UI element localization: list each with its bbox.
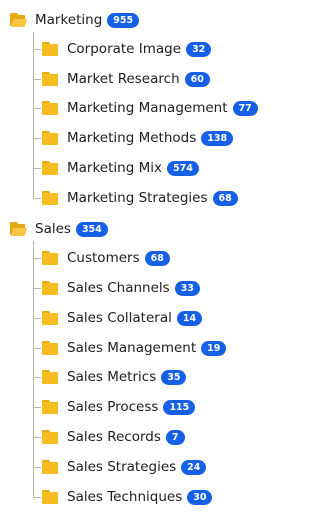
tree-node-sales-metrics[interactable]: Sales Metrics 35 [42,362,187,392]
folder-open-icon [10,13,28,27]
count-badge: 354 [75,221,108,237]
count-badge: 32 [186,41,212,57]
count-badge: 574 [166,160,199,176]
tree-node-label: Sales Strategies [67,459,177,475]
tree-node-corporate-image[interactable]: Corporate Image 32 [42,34,212,64]
tree-connector-branch [33,258,41,259]
tree-node-label: Sales [35,221,71,237]
folder-icon [42,72,58,86]
tree-connector-branch [33,108,41,109]
tree-node-label: Customers [67,250,140,266]
tree-node-marketing-strategies[interactable]: Marketing Strategies 68 [42,183,238,213]
count-badge: 138 [201,130,234,146]
tree-node-label: Marketing Methods [67,130,197,146]
count-badge: 19 [201,340,227,356]
count-badge: 30 [187,489,213,505]
category-tree: Marketing 955 Corporate Image 32 Market … [0,0,261,508]
count-badge: 60 [184,71,210,87]
tree-connector-marketing [33,32,34,198]
count-badge: 7 [165,429,185,445]
folder-icon [42,42,58,56]
tree-node-marketing-methods[interactable]: Marketing Methods 138 [42,123,234,153]
tree-node-sales[interactable]: Sales 354 [10,214,108,244]
tree-node-label: Sales Process [67,399,159,415]
tree-connector-sales [33,241,34,497]
folder-icon [42,430,58,444]
tree-node-sales-process[interactable]: Sales Process 115 [42,392,196,422]
count-badge: 77 [232,100,258,116]
count-badge: 68 [212,190,238,206]
tree-node-market-research[interactable]: Market Research 60 [42,64,210,94]
tree-node-sales-strategies[interactable]: Sales Strategies 24 [42,452,207,482]
folder-icon [42,460,58,474]
folder-icon [42,191,58,205]
folder-icon [42,251,58,265]
tree-node-label: Sales Metrics [67,369,157,385]
tree-node-label: Marketing Management [67,100,228,116]
tree-node-sales-records[interactable]: Sales Records 7 [42,422,185,452]
tree-connector-branch [33,198,41,199]
tree-connector-branch [33,407,41,408]
count-badge: 24 [181,459,207,475]
folder-icon [42,370,58,384]
tree-node-label: Market Research [67,71,180,87]
folder-icon [42,311,58,325]
count-badge: 955 [107,12,140,28]
tree-connector-branch [33,318,41,319]
tree-connector-branch [33,437,41,438]
tree-node-label: Sales Collateral [67,310,172,326]
tree-connector-branch [33,497,41,498]
count-badge: 33 [174,280,200,296]
folder-icon [42,161,58,175]
tree-connector-branch [33,168,41,169]
count-badge: 14 [176,310,203,326]
tree-connector-branch [33,377,41,378]
tree-connector-branch [33,79,41,80]
tree-node-sales-collateral[interactable]: Sales Collateral 14 [42,303,203,333]
folder-open-icon [10,222,28,236]
tree-node-label: Marketing Mix [67,160,162,176]
count-badge: 68 [144,250,170,266]
folder-icon [42,341,58,355]
tree-node-marketing-management[interactable]: Marketing Management 77 [42,93,258,123]
folder-icon [42,101,58,115]
count-badge: 115 [163,399,196,415]
folder-icon [42,400,58,414]
folder-icon [42,281,58,295]
tree-connector-branch [33,348,41,349]
folder-icon [42,490,58,504]
folder-icon [42,131,58,145]
tree-node-label: Marketing Strategies [67,190,208,206]
tree-node-marketing-mix[interactable]: Marketing Mix 574 [42,153,199,183]
tree-node-marketing[interactable]: Marketing 955 [10,5,140,35]
tree-connector-branch [33,138,41,139]
tree-node-sales-management[interactable]: Sales Management 19 [42,333,227,363]
tree-node-label: Sales Channels [67,280,170,296]
tree-node-label: Sales Management [67,340,197,356]
tree-connector-branch [33,288,41,289]
tree-connector-branch [33,49,41,50]
count-badge: 35 [161,369,187,385]
tree-node-label: Marketing [35,12,103,28]
tree-node-customers[interactable]: Customers 68 [42,243,170,273]
tree-node-sales-channels[interactable]: Sales Channels 33 [42,273,200,303]
tree-connector-branch [33,467,41,468]
tree-node-label: Corporate Image [67,41,182,57]
tree-node-label: Sales Records [67,429,161,445]
